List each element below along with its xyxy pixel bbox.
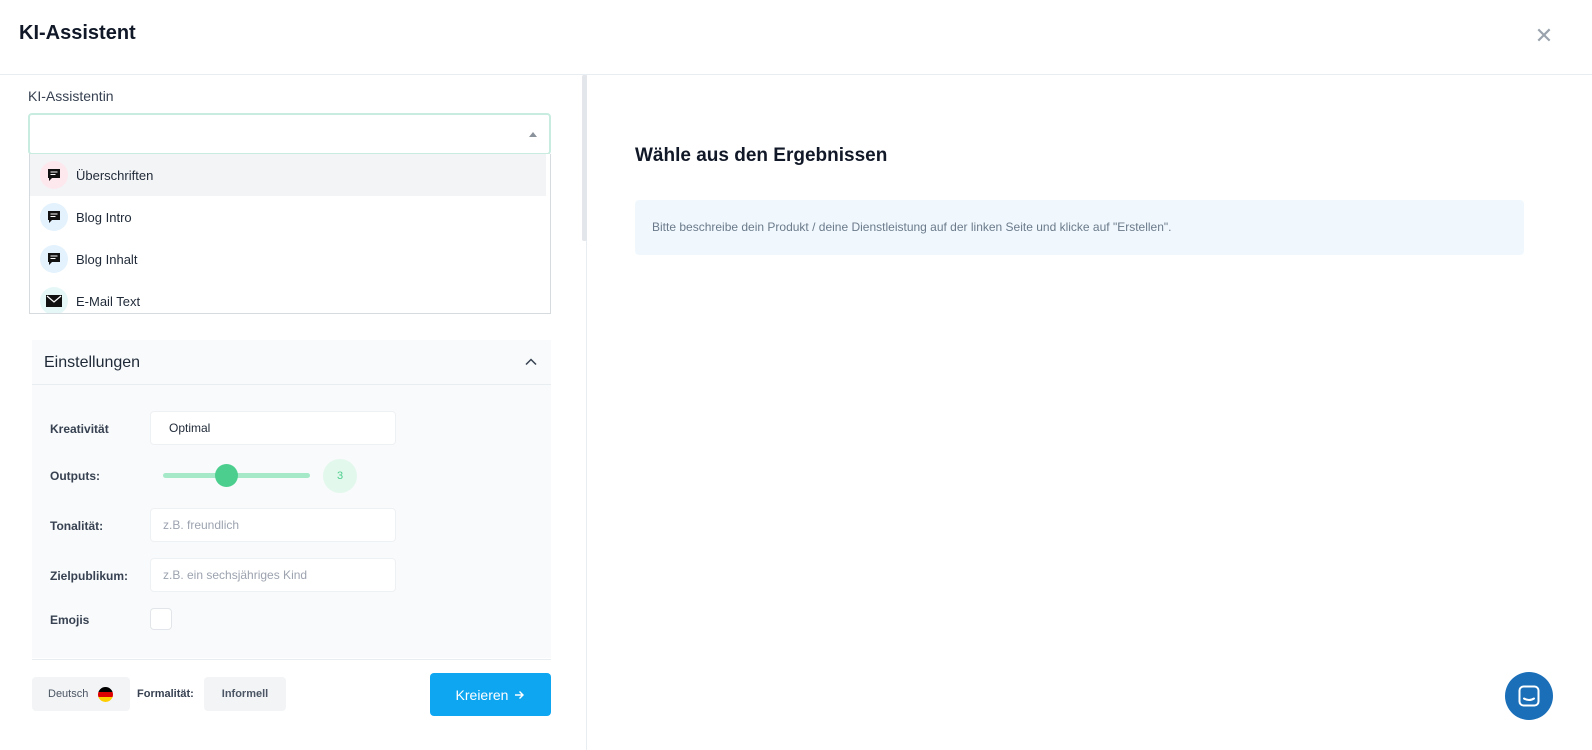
emojis-checkbox[interactable] [150,608,172,630]
results-title: Wähle aus den Ergebnissen [635,145,888,166]
footer-divider [32,659,551,660]
results-info-box: Bitte beschreibe dein Produkt / deine Di… [635,200,1524,255]
chat-launcher-button[interactable] [1505,672,1553,720]
assistant-label: KI-Assistentin [28,88,114,104]
modal-header: KI-Assistent ✕ [0,0,1592,75]
modal-title: KI-Assistent [19,22,136,44]
audience-label: Zielpublikum: [50,569,128,583]
assistant-select[interactable] [28,113,551,155]
emojis-label: Emojis [50,613,90,627]
dropdown-item-blog-intro[interactable]: Blog Intro [30,196,546,238]
dropdown-item-blog-inhalt[interactable]: Blog Inhalt [30,238,546,280]
settings-title: Einstellungen [44,354,141,371]
audience-input[interactable]: z.B. ein sechsjähriges Kind [150,558,396,592]
formality-label: Formalität: [137,688,194,700]
left-scrollbar[interactable] [582,75,587,241]
creativity-label: Kreativität [50,422,109,436]
close-icon[interactable]: ✕ [1532,24,1556,48]
arrow-right-icon [515,690,525,699]
settings-panel: Einstellungen Kreativität Optimal Output… [32,340,551,658]
formality-button[interactable]: Informell [204,677,286,711]
outputs-label: Outputs: [50,469,100,483]
chevron-up-icon[interactable] [525,356,537,368]
language-label: Deutsch [48,688,89,700]
message-icon [40,245,68,273]
language-button[interactable]: Deutsch [32,677,130,711]
settings-header[interactable]: Einstellungen [32,340,551,385]
outputs-slider-handle[interactable] [215,464,238,487]
create-button-label: Kreieren [455,686,509,703]
dropdown-item-ueberschriften[interactable]: Überschriften [30,154,546,196]
tone-label: Tonalität: [50,519,104,533]
message-icon [40,161,68,189]
dropdown-item-email-text[interactable]: E-Mail Text [30,280,546,313]
create-button[interactable]: Kreieren [430,673,551,716]
message-icon [40,203,68,231]
caret-up-icon [529,132,537,137]
germany-flag-icon [98,687,113,702]
dropdown-item-label: E-Mail Text [76,293,141,309]
dropdown-item-label: Blog Intro [76,209,132,225]
tone-input[interactable]: z.B. freundlich [150,508,396,542]
assistant-dropdown: Überschriften Blog Intro Blog Inhalt E-M… [29,154,551,314]
mail-icon [40,287,68,313]
outputs-value-badge: 3 [323,459,357,493]
dropdown-item-label: Überschriften [76,167,154,183]
creativity-select[interactable]: Optimal [150,411,396,445]
dropdown-item-label: Blog Inhalt [76,251,138,267]
chat-icon [1518,685,1540,707]
